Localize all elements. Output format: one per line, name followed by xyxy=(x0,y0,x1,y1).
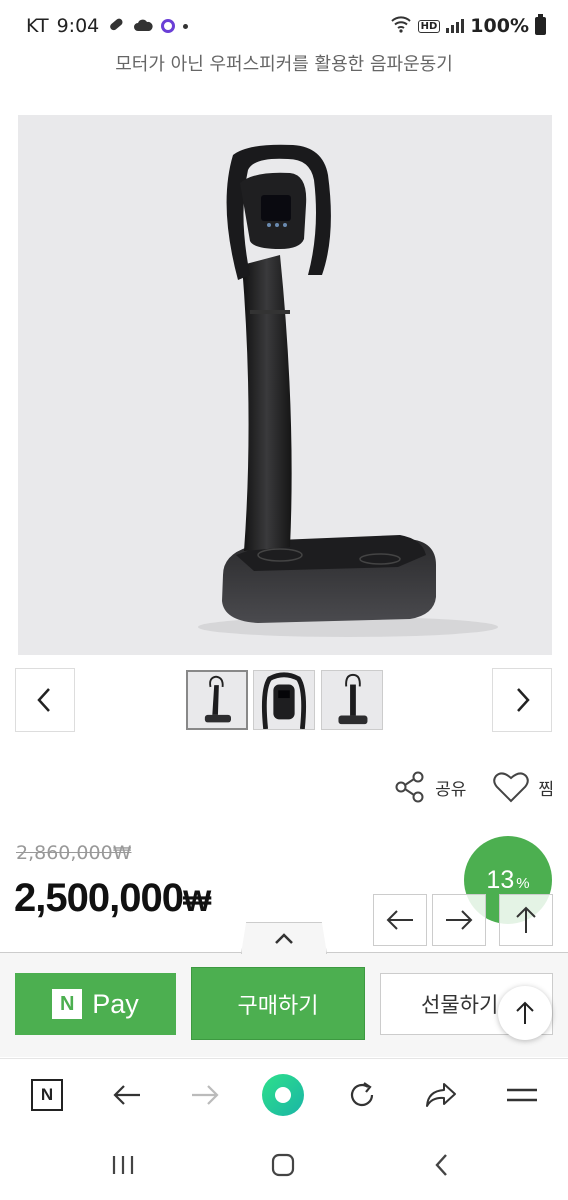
hd-voice-icon: HD xyxy=(417,19,441,33)
chevron-left-icon xyxy=(435,1154,447,1176)
image-next-button[interactable] xyxy=(492,668,552,732)
clock: 9:04 xyxy=(56,15,100,37)
thumbnail-2[interactable] xyxy=(253,670,315,730)
notification-dot-icon xyxy=(183,23,189,29)
thumbnail-3[interactable] xyxy=(321,670,383,730)
chevron-up-icon xyxy=(275,932,293,944)
share-page-button[interactable] xyxy=(419,1073,463,1117)
scroll-left-button[interactable] xyxy=(373,894,427,946)
status-bar: KT 9:04 HD 100% xyxy=(0,0,568,52)
browser-toolbar: N xyxy=(0,1058,568,1128)
npay-label: Pay xyxy=(92,988,139,1019)
arrow-up-icon xyxy=(516,1001,534,1024)
product-subtitle: 모터가 아닌 우퍼스피커를 활용한 음파운동기 xyxy=(115,54,453,75)
home-icon xyxy=(271,1153,295,1177)
recent-apps-button[interactable] xyxy=(103,1148,143,1182)
share-icon xyxy=(395,771,424,803)
browser-back-button[interactable] xyxy=(105,1073,149,1117)
arrow-right-icon xyxy=(192,1085,219,1105)
naver-pay-logo-icon: N xyxy=(52,989,83,1019)
system-navigation-bar xyxy=(0,1130,568,1200)
hamburger-menu-icon xyxy=(507,1088,537,1102)
wish-button[interactable]: 찜 xyxy=(492,770,554,804)
battery-icon xyxy=(535,14,546,35)
home-button[interactable] xyxy=(263,1148,303,1182)
battery-percent: 100% xyxy=(470,15,529,37)
status-bar-left: KT 9:04 xyxy=(26,15,189,38)
system-back-button[interactable] xyxy=(422,1148,462,1182)
thumbnail-image xyxy=(204,675,231,723)
app-ring-icon xyxy=(161,19,176,33)
sale-price: 2,500,000₩ xyxy=(14,876,211,921)
thumbnail-image xyxy=(261,672,307,729)
arrow-right-icon xyxy=(446,910,473,930)
arrow-up-icon xyxy=(516,906,536,933)
panel-toggle-tab[interactable] xyxy=(241,922,327,954)
currency-symbol: ₩ xyxy=(182,885,211,918)
signal-icon xyxy=(446,19,465,33)
vibration-machine-illustration xyxy=(198,144,498,637)
scroll-up-button[interactable] xyxy=(499,894,553,946)
scroll-right-button[interactable] xyxy=(432,894,486,946)
original-price: 2,860,000₩ xyxy=(16,842,132,864)
heart-icon xyxy=(493,772,530,803)
cloud-icon xyxy=(133,15,153,37)
status-bar-right: HD 100% xyxy=(390,14,546,38)
image-prev-button[interactable] xyxy=(15,668,75,732)
share-label: 공유 xyxy=(435,779,467,800)
discount-value: 13 xyxy=(486,865,515,894)
reload-button[interactable] xyxy=(340,1073,384,1117)
wish-label: 찜 xyxy=(538,779,554,800)
recent-apps-icon xyxy=(112,1156,134,1174)
chevron-left-icon xyxy=(37,688,50,712)
menu-button[interactable] xyxy=(500,1073,544,1117)
back-to-top-button[interactable] xyxy=(498,986,552,1040)
thumbnail-1[interactable] xyxy=(186,670,248,730)
share-arrow-icon xyxy=(426,1083,456,1107)
browser-forward-button[interactable] xyxy=(183,1073,227,1117)
arrow-left-icon xyxy=(113,1085,140,1105)
green-dot-button[interactable] xyxy=(261,1073,305,1117)
reload-icon xyxy=(350,1082,374,1107)
buy-button[interactable]: 구매하기 xyxy=(191,967,365,1040)
carrier-label: KT xyxy=(26,15,49,37)
thumbnail-image xyxy=(338,673,368,725)
pill-icon xyxy=(107,15,125,38)
sale-price-value: 2,500,000 xyxy=(14,876,184,920)
green-dot-icon xyxy=(262,1074,304,1116)
share-button[interactable]: 공유 xyxy=(393,770,466,804)
chevron-right-icon xyxy=(517,688,530,712)
naver-logo-icon: N xyxy=(31,1079,63,1111)
discount-unit: % xyxy=(516,874,530,892)
product-main-image[interactable] xyxy=(18,115,552,655)
arrow-left-icon xyxy=(386,910,413,930)
naver-home-button[interactable]: N xyxy=(25,1073,69,1117)
npay-button[interactable]: N Pay xyxy=(15,973,176,1035)
product-actions: 공유 찜 xyxy=(393,770,554,804)
wifi-icon xyxy=(390,15,412,38)
